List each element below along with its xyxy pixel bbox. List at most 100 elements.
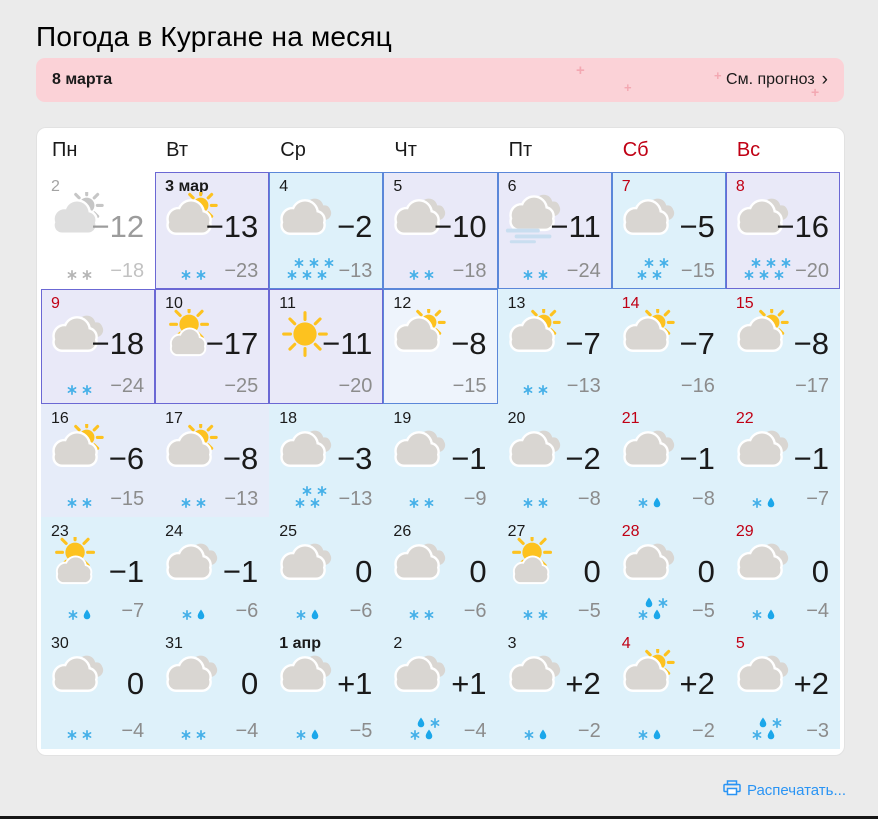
snowflake-icon — [181, 495, 191, 513]
day-temp: −11 — [550, 209, 601, 244]
precipitation-icons — [278, 255, 336, 281]
weekday-label: Ср — [280, 138, 306, 161]
day-cell[interactable]: 21 −1 −8 — [611, 404, 726, 517]
day-cell[interactable]: 25 0 −6 — [269, 517, 384, 629]
day-cell[interactable]: 1 апр +1 −5 — [269, 629, 384, 749]
day-cell[interactable]: 3 +2 −2 — [497, 629, 612, 749]
day-cell[interactable]: 16 −6 −15 — [41, 404, 156, 517]
day-cell[interactable]: 15 −8 −17 — [725, 289, 840, 404]
night-temp: −13 — [338, 488, 373, 510]
day-cell[interactable]: 19 −1 −9 — [383, 404, 498, 517]
holiday-label: 8 марта — [52, 71, 113, 88]
day-cell[interactable]: 2 +1 −4 — [383, 629, 498, 749]
night-temp: −13 — [338, 260, 373, 282]
night-temp: −15 — [680, 260, 715, 282]
snowflake-icon — [523, 607, 533, 625]
day-cell[interactable]: 22 −1 −7 — [725, 404, 840, 517]
cloud-icon — [274, 424, 336, 481]
raindrop-icon — [767, 607, 775, 625]
raindrop-icon — [311, 727, 319, 745]
day-cell[interactable]: 3 мар −13 −23 — [155, 172, 270, 289]
precipitation-icons — [507, 497, 565, 509]
snowflake-icon — [82, 727, 92, 745]
day-temp: +2 — [679, 666, 715, 701]
precipitation-icons — [507, 384, 565, 396]
snowflake-icon — [324, 255, 334, 273]
cloud-sun-icon — [160, 420, 222, 481]
night-temp: −2 — [577, 720, 601, 742]
sun-cloud-icon — [503, 532, 565, 594]
day-cell[interactable]: 27 0 −5 — [497, 517, 612, 629]
cloud-icon — [388, 424, 450, 481]
day-cell[interactable]: 30 0 −4 — [41, 629, 156, 749]
print-link[interactable]: Распечатать... — [723, 780, 846, 800]
precipitation-icons — [507, 729, 565, 741]
cloud-sun-icon — [617, 645, 679, 706]
printer-icon — [723, 780, 741, 800]
day-temp: −2 — [337, 209, 373, 244]
night-temp: −6 — [463, 600, 487, 622]
snowflake-icon — [67, 382, 77, 400]
day-cell[interactable]: 18 −3 −13 — [269, 404, 384, 517]
day-cell[interactable]: 8 −16 −20 — [725, 172, 840, 289]
snowflake-icon — [82, 495, 92, 513]
day-cell[interactable]: 28 0 −5 — [611, 517, 726, 629]
chevron-right-icon: › — [821, 68, 828, 90]
day-cell[interactable]: 14 −7 −16 — [611, 289, 726, 404]
day-cell[interactable]: 5 +2 −3 — [725, 629, 840, 749]
page-title: Погода в Кургане на месяц — [36, 20, 392, 52]
day-temp: 0 — [126, 666, 145, 701]
day-cell[interactable]: 10 −17 −25 — [155, 289, 270, 404]
day-temp: −10 — [433, 209, 487, 244]
day-cell[interactable]: 12 −8 −15 — [383, 289, 498, 404]
raindrop-icon — [417, 715, 425, 733]
cloud-sun-icon — [503, 305, 565, 366]
precipitation-icons — [164, 609, 222, 621]
precipitation-icons — [507, 269, 565, 281]
snowflake-icon — [751, 255, 761, 273]
see-forecast-link[interactable]: См. прогноз › — [726, 68, 828, 90]
day-cell[interactable]: 4 −2 −13 — [269, 172, 384, 289]
snowflake-icon — [658, 595, 668, 613]
day-temp: −1 — [108, 554, 145, 589]
weekday-label: Чт — [394, 138, 417, 161]
snowflake-icon — [644, 255, 654, 273]
precipitation-icons — [735, 255, 793, 281]
day-cell[interactable]: 29 0 −4 — [725, 517, 840, 629]
raindrop-icon — [197, 607, 205, 625]
day-temp: −2 — [565, 441, 601, 476]
snowflake-icon — [196, 727, 206, 745]
day-cell[interactable]: 7 −5 −15 — [611, 172, 726, 289]
day-cell[interactable]: 11 −11 −20 — [269, 289, 384, 404]
day-cell[interactable]: 31 0 −4 — [155, 629, 270, 749]
day-cell[interactable]: 17 −8 −13 — [155, 404, 270, 517]
snowflake-icon — [538, 607, 548, 625]
snowflake-icon — [638, 727, 648, 745]
night-temp: −16 — [680, 375, 715, 397]
precipitation-icons — [735, 497, 793, 509]
day-cell[interactable]: 9 −18 −24 — [41, 289, 156, 404]
precipitation-icons — [50, 384, 108, 396]
cloud-icon — [160, 649, 222, 706]
day-cell[interactable]: 26 0 −6 — [383, 517, 498, 629]
cloud-icon — [617, 192, 679, 249]
precipitation-icons — [164, 497, 222, 509]
snowflake-icon — [538, 267, 548, 285]
sun-cloud-icon — [46, 532, 108, 594]
precipitation-icons — [164, 269, 222, 281]
precipitation-icons — [392, 497, 450, 509]
day-cell[interactable]: 4 +2 −2 — [611, 629, 726, 749]
day-cell[interactable]: 13 −7 −13 — [497, 289, 612, 404]
holiday-banner[interactable]: 8 марта + + + + См. прогноз › — [36, 58, 844, 102]
snowflake-icon — [766, 255, 776, 273]
raindrop-icon — [311, 607, 319, 625]
day-cell[interactable]: 24 −1 −6 — [155, 517, 270, 629]
day-cell[interactable]: 23 −1 −7 — [41, 517, 156, 629]
day-cell[interactable]: 5 −10 −18 — [383, 172, 498, 289]
day-temp: −16 — [776, 209, 829, 244]
day-temp: −12 — [91, 209, 145, 244]
night-temp: −6 — [235, 600, 259, 622]
day-cell[interactable]: 20 −2 −8 — [497, 404, 612, 517]
night-temp: −5 — [577, 600, 601, 622]
day-cell[interactable]: 6 −11 −24 — [497, 172, 612, 289]
